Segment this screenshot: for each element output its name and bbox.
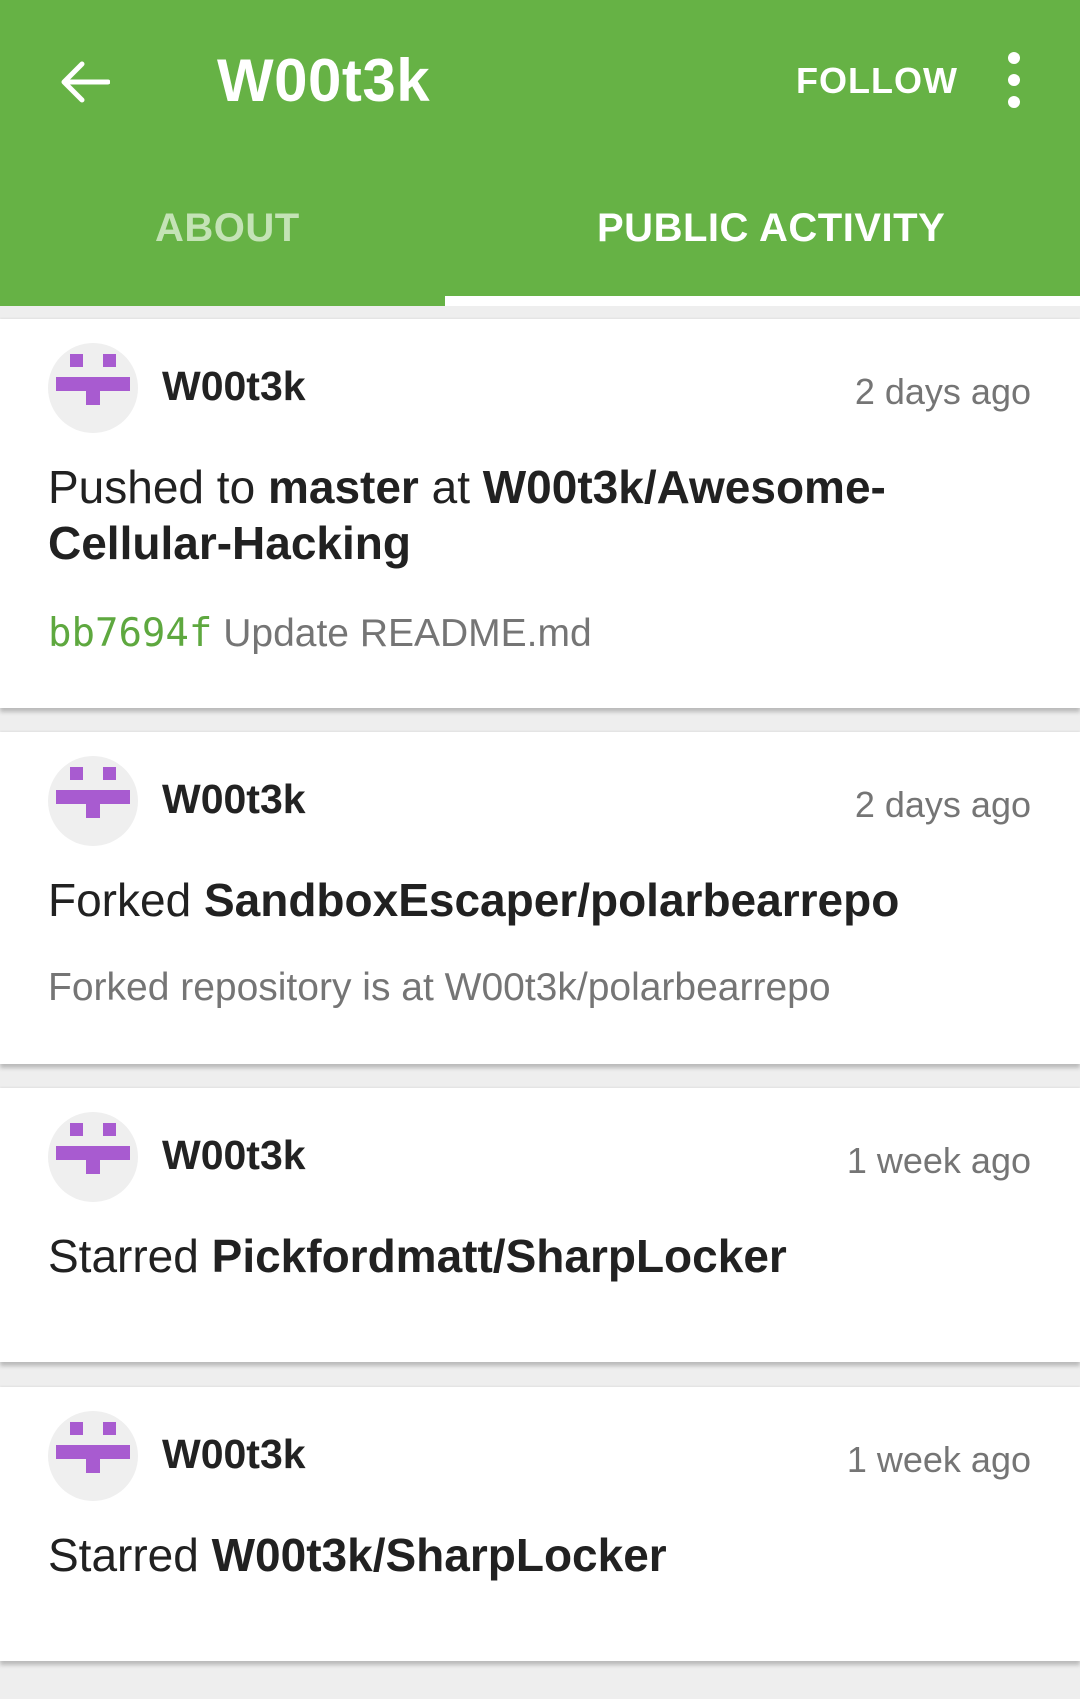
- event-time: 1 week ago: [846, 1140, 1031, 1181]
- tab-about[interactable]: ABOUT: [155, 206, 300, 251]
- arrow-left-icon: [61, 61, 110, 103]
- event-user[interactable]: W00t3k: [162, 776, 306, 823]
- event-headline[interactable]: Starred Pickfordmatt/SharpLocker: [48, 1228, 1008, 1284]
- identicon-icon: [56, 354, 130, 405]
- app-bar: W00t3k FOLLOW ABOUT PUBLIC ACTIVITY: [0, 0, 1080, 306]
- avatar[interactable]: [48, 756, 138, 846]
- event-headline[interactable]: Pushed to master at W00t3k/Awesome-Cellu…: [48, 459, 1008, 571]
- back-button[interactable]: [54, 52, 114, 112]
- avatar[interactable]: [48, 1112, 138, 1202]
- event-detail: bb7694f Update README.md: [48, 611, 592, 656]
- event-action: Forked: [48, 874, 192, 926]
- event-time: 1 week ago: [846, 1439, 1031, 1480]
- follow-button[interactable]: FOLLOW: [796, 60, 958, 102]
- identicon-icon: [56, 1422, 130, 1473]
- avatar[interactable]: [48, 343, 138, 433]
- event-action: Starred: [48, 1230, 199, 1282]
- page-title: W00t3k: [217, 47, 431, 114]
- more-vert-icon: [1008, 52, 1020, 64]
- avatar[interactable]: [48, 1411, 138, 1501]
- tab-public-activity[interactable]: PUBLIC ACTIVITY: [597, 206, 945, 251]
- commit-message: Update README.md: [223, 612, 592, 655]
- event-target[interactable]: SandboxEscaper/polarbearrepo: [204, 874, 899, 926]
- activity-card[interactable]: W00t3k 2 days ago Forked SandboxEscaper/…: [0, 732, 1080, 1064]
- more-options-button[interactable]: [996, 52, 1032, 108]
- commit-sha[interactable]: bb7694f: [48, 611, 212, 656]
- event-detail: Forked repository is at W00t3k/polarbear…: [48, 966, 831, 1009]
- event-time: 2 days ago: [854, 784, 1031, 825]
- event-user[interactable]: W00t3k: [162, 1132, 306, 1179]
- event-time: 2 days ago: [854, 371, 1031, 412]
- identicon-icon: [56, 767, 130, 818]
- event-user[interactable]: W00t3k: [162, 363, 306, 410]
- activity-card[interactable]: W00t3k 1 week ago Starred W00t3k/SharpLo…: [0, 1387, 1080, 1661]
- event-target[interactable]: Pickfordmatt/SharpLocker: [212, 1230, 787, 1282]
- event-action: Pushed to: [48, 461, 256, 513]
- activity-card[interactable]: W00t3k 2 days ago Pushed to master at W0…: [0, 319, 1080, 708]
- event-target[interactable]: W00t3k/SharpLocker: [212, 1529, 667, 1581]
- event-connector: at: [431, 461, 470, 513]
- identicon-icon: [56, 1123, 130, 1174]
- event-ref: master: [267, 461, 419, 513]
- event-headline[interactable]: Starred W00t3k/SharpLocker: [48, 1527, 1008, 1583]
- event-headline[interactable]: Forked SandboxEscaper/polarbearrepo: [48, 872, 1008, 928]
- activity-card[interactable]: W00t3k 1 week ago Starred Pickfordmatt/S…: [0, 1088, 1080, 1362]
- event-user[interactable]: W00t3k: [162, 1431, 306, 1478]
- tab-indicator: [445, 296, 1080, 306]
- event-action: Starred: [48, 1529, 199, 1581]
